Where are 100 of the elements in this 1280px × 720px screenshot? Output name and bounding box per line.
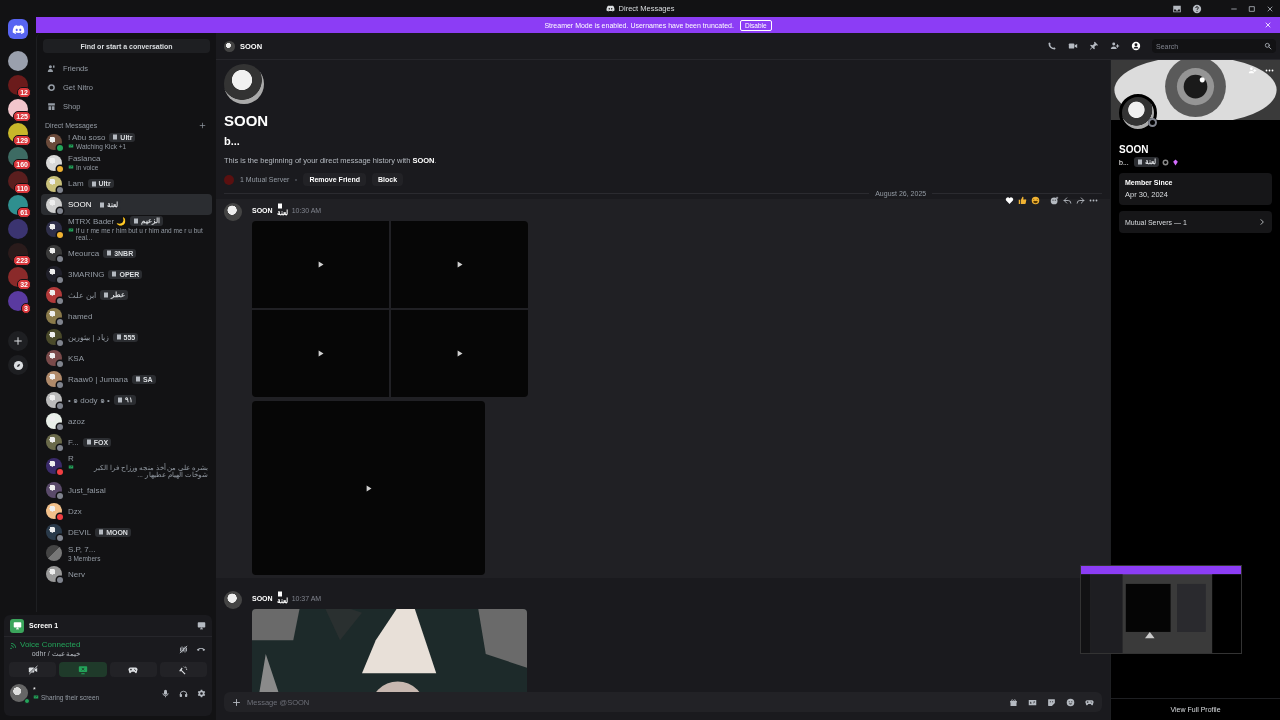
pin-icon[interactable] — [1089, 41, 1099, 51]
reply-icon[interactable] — [1063, 196, 1072, 205]
tag-icon — [106, 250, 113, 257]
contact-name: Lam — [68, 179, 84, 188]
contact-name: • ๑ dody ๑ • — [68, 394, 110, 407]
shop-icon — [47, 102, 56, 111]
tag-icon — [85, 439, 92, 446]
profile-icon[interactable] — [1131, 41, 1141, 51]
video-icon[interactable] — [1068, 41, 1078, 51]
contact-name: SOON — [68, 200, 92, 209]
contact-name: 3MARING — [68, 269, 105, 279]
monitor-icon[interactable] — [197, 621, 206, 630]
contact-name: Dzx — [68, 506, 82, 516]
contact-name: KSA — [68, 353, 84, 363]
voice-status: Voice Connected — [20, 640, 81, 649]
nitro-icon — [47, 83, 56, 92]
contact-name: ! Abu soso — [68, 132, 106, 142]
play-icon[interactable] — [455, 260, 464, 269]
contact-name: Faslanca — [68, 153, 101, 163]
noise-suppression-icon[interactable] — [179, 644, 188, 654]
contact-name: azoz — [68, 416, 85, 426]
camera-button[interactable] — [9, 662, 57, 677]
play-icon[interactable] — [364, 483, 373, 493]
avatar[interactable] — [10, 684, 28, 702]
home-button[interactable] — [8, 19, 28, 39]
avatar — [224, 40, 235, 52]
help-icon[interactable] — [1192, 3, 1202, 14]
contact-name: DEVIL — [68, 527, 92, 537]
server-icon[interactable] — [8, 51, 28, 71]
dm-item[interactable]: Dzx — [41, 500, 212, 522]
contact-name: Meourca — [68, 248, 100, 258]
headphones-icon[interactable] — [179, 688, 188, 698]
status-dot — [24, 698, 30, 704]
emoji-icon[interactable] — [1066, 697, 1075, 707]
avatar[interactable] — [224, 591, 242, 609]
avatar — [224, 64, 264, 104]
mic-icon[interactable] — [161, 688, 170, 698]
tag-icon — [90, 180, 97, 187]
tag-icon — [276, 591, 283, 597]
dm-item[interactable]: Just_faisal — [41, 479, 212, 501]
friends-icon — [47, 64, 56, 73]
contact-name: Nerv — [68, 569, 85, 579]
add-friend-icon[interactable] — [1248, 66, 1257, 75]
heart-icon[interactable] — [1005, 196, 1014, 205]
contact-name: S.P, 7... — [68, 544, 96, 554]
contact-name: MTRX Bader 🌙 — [68, 216, 127, 226]
gift-icon[interactable] — [1009, 697, 1018, 707]
add-friend-icon[interactable] — [1110, 41, 1120, 51]
dm-item[interactable]: hamed — [41, 305, 212, 327]
thumbs-up-icon[interactable] — [1018, 196, 1027, 205]
laughing-emoji-icon[interactable] — [1031, 196, 1040, 205]
activity-button[interactable] — [109, 662, 157, 677]
close-icon[interactable] — [1264, 21, 1272, 29]
chevron-icon — [1258, 218, 1266, 226]
add-attachment-icon[interactable] — [232, 697, 241, 707]
tag-icon — [111, 271, 118, 278]
profile-name: SOON — [224, 112, 270, 129]
compass-icon — [12, 359, 24, 371]
logo-icon — [605, 4, 615, 13]
play-icon[interactable] — [455, 349, 464, 358]
gamepad-icon[interactable] — [1085, 697, 1094, 707]
dm-item[interactable]: KSA — [41, 347, 212, 369]
play-icon[interactable] — [316, 349, 325, 358]
dm-item[interactable]: Nerv — [41, 563, 212, 585]
plus-icon[interactable] — [199, 122, 206, 129]
maximize-icon[interactable] — [1248, 4, 1256, 13]
discover-button[interactable] — [8, 355, 28, 375]
forward-icon[interactable] — [1076, 196, 1085, 205]
play-icon[interactable] — [316, 260, 325, 269]
tag-icon — [112, 134, 119, 141]
tag-icon — [98, 201, 105, 208]
tag-icon — [1136, 159, 1143, 165]
avatar[interactable] — [224, 203, 242, 221]
tag-icon — [116, 397, 123, 404]
sticker-icon[interactable] — [1047, 697, 1056, 707]
gif-icon[interactable] — [1028, 697, 1037, 707]
signal-icon — [10, 640, 18, 649]
screen-share-icon — [33, 694, 39, 700]
contact-name: زياد | بيثورين — [68, 332, 109, 342]
call-icon[interactable] — [1047, 41, 1057, 51]
close-icon[interactable] — [1266, 4, 1274, 13]
settings-icon[interactable] — [197, 688, 206, 698]
profile-name: SOON — [1119, 144, 1150, 155]
contact-name: ابن علث — [68, 290, 97, 300]
contact-name: Raaw0 | Jumana — [68, 374, 128, 384]
tag-icon — [98, 529, 105, 536]
gem-icon — [1171, 158, 1179, 166]
add-reaction-icon[interactable] — [1050, 196, 1059, 205]
inbox-icon[interactable] — [1172, 3, 1182, 14]
screen-button[interactable] — [59, 662, 107, 677]
profile-badge-icon — [1161, 158, 1169, 166]
add-server-button[interactable] — [8, 331, 28, 351]
screen-share-icon — [77, 664, 88, 675]
profile-subtitle: b... — [224, 135, 241, 147]
tag-icon — [103, 292, 110, 299]
contact-name: R — [68, 453, 74, 463]
dm-item[interactable]: azoz — [41, 410, 212, 432]
plus-icon — [13, 336, 23, 346]
contact-name: hamed — [68, 311, 93, 321]
soundboard-icon — [178, 664, 189, 675]
